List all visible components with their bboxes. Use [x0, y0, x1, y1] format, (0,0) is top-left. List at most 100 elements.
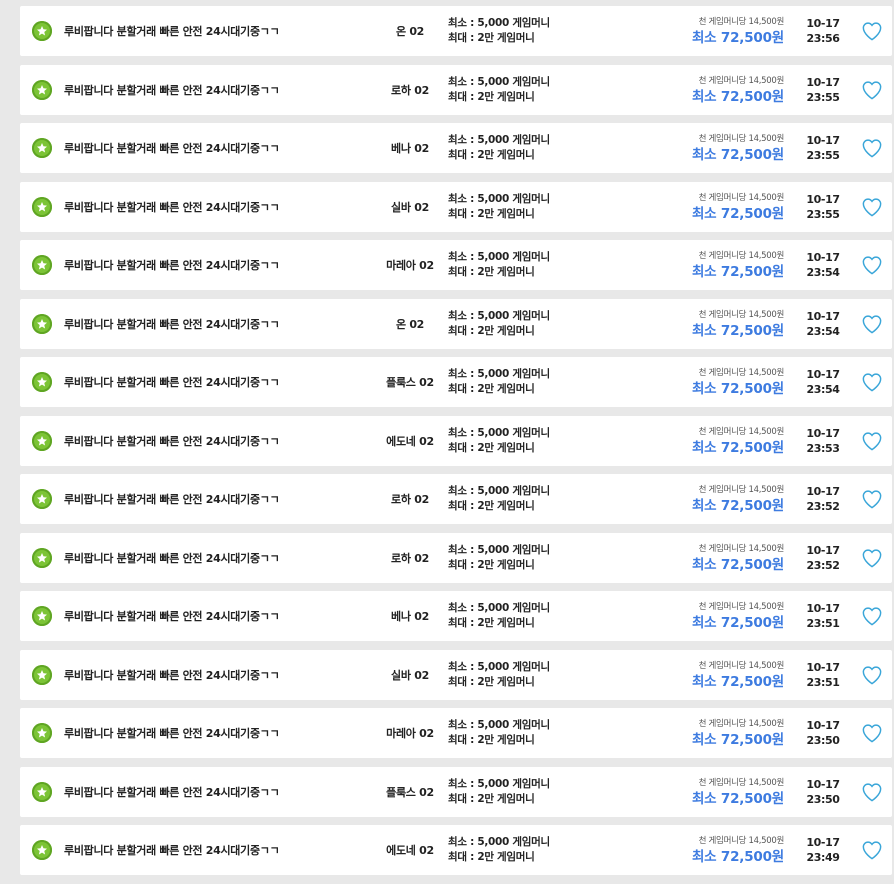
listing-row[interactable]: 루비팝니다 분할거래 빠른 안전 24시대기중ㄱㄱ 로하 02 최소 : 5,0…: [20, 64, 892, 115]
total-price: 최소 72,500원: [691, 615, 784, 631]
posted-time: 10-17 23:55: [804, 75, 842, 105]
heart-icon[interactable]: [861, 138, 883, 158]
star-badge-icon: [32, 138, 52, 158]
heart-icon[interactable]: [861, 782, 883, 802]
max-amount: 최대 : 2만 게임머니: [448, 734, 535, 746]
posted-date: 10-17: [806, 134, 840, 147]
trade-limits: 최소 : 5,000 게임머니 최대 : 2만 게임머니: [448, 484, 550, 514]
heart-icon[interactable]: [861, 255, 883, 275]
posted-time: 10-17 23:49: [804, 835, 842, 865]
listing-title[interactable]: 루비팝니다 분할거래 빠른 안전 24시대기중ㄱㄱ: [64, 842, 280, 858]
heart-icon[interactable]: [861, 314, 883, 334]
trade-limits: 최소 : 5,000 게임머니 최대 : 2만 게임머니: [448, 133, 550, 163]
listing-row[interactable]: 루비팝니다 분할거래 빠른 안전 24시대기중ㄱㄱ 온 02 최소 : 5,00…: [20, 298, 892, 349]
star-badge-icon: [32, 723, 52, 743]
heart-icon[interactable]: [861, 21, 883, 41]
trade-limits: 최소 : 5,000 게임머니 최대 : 2만 게임머니: [448, 660, 550, 690]
max-amount: 최대 : 2만 게임머니: [448, 149, 535, 161]
posted-time: 10-17 23:55: [804, 192, 842, 222]
min-amount: 최소 : 5,000 게임머니: [448, 543, 550, 556]
unit-price: 천 게임머니당 14,500원: [698, 485, 785, 495]
star-badge-icon: [32, 547, 52, 568]
listing-title[interactable]: 루비팝니다 분할거래 빠른 안전 24시대기중ㄱㄱ: [64, 140, 280, 156]
total-price: 최소 72,500원: [691, 147, 784, 163]
total-price: 최소 72,500원: [691, 732, 784, 748]
max-amount: 최대 : 2만 게임머니: [448, 383, 535, 395]
unit-price: 천 게임머니당 14,500원: [698, 17, 785, 27]
min-amount: 최소 : 5,000 게임머니: [448, 251, 550, 263]
listing-title[interactable]: 루비팝니다 분할거래 빠른 안전 24시대기중ㄱㄱ: [64, 23, 280, 39]
min-amount: 최소 : 5,000 게임머니: [448, 75, 550, 88]
listing-title[interactable]: 루비팝니다 분할거래 빠른 안전 24시대기중ㄱㄱ: [64, 374, 280, 390]
heart-icon[interactable]: [861, 606, 883, 626]
total-price: 최소 72,500원: [691, 439, 784, 456]
listing-row[interactable]: 루비팝니다 분할거래 빠른 안전 24시대기중ㄱㄱ 실바 02 최소 : 5,0…: [20, 649, 892, 700]
max-amount: 최대 : 2만 게임머니: [448, 266, 535, 278]
max-amount: 최대 : 2만 게임머니: [448, 441, 535, 454]
trade-limits: 최소 : 5,000 게임머니 최대 : 2만 게임머니: [448, 543, 550, 573]
listing-row[interactable]: 루비팝니다 분할거래 빠른 안전 24시대기중ㄱㄱ 에도네 02 최소 : 5,…: [20, 825, 892, 875]
star-badge-icon: [32, 430, 52, 451]
price-block: 천 게임머니당 14,500원 최소 72,500원: [692, 75, 784, 107]
price-block: 천 게임머니당 14,500원 최소 72,500원: [692, 601, 784, 633]
listing-title[interactable]: 루비팝니다 분할거래 빠른 안전 24시대기중ㄱㄱ: [64, 784, 280, 800]
heart-icon[interactable]: [861, 723, 883, 743]
listing-title[interactable]: 루비팝니다 분할거래 빠른 안전 24시대기중ㄱㄱ: [64, 667, 280, 683]
max-amount: 최대 : 2만 게임머니: [448, 617, 535, 629]
heart-icon[interactable]: [861, 665, 883, 685]
listing-row[interactable]: 루비팝니다 분할거래 빠른 안전 24시대기중ㄱㄱ 실바 02 최소 : 5,0…: [20, 181, 892, 232]
listing-row[interactable]: 루비팝니다 분할거래 빠른 안전 24시대기중ㄱㄱ 플룩스 02 최소 : 5,…: [20, 357, 892, 407]
listing-title[interactable]: 루비팝니다 분할거래 빠른 안전 24시대기중ㄱㄱ: [64, 491, 280, 507]
star-badge-icon: [32, 196, 52, 217]
heart-icon[interactable]: [861, 80, 883, 100]
heart-icon[interactable]: [861, 840, 883, 860]
listing-row[interactable]: 루비팝니다 분할거래 빠른 안전 24시대기중ㄱㄱ 온 02 최소 : 5,00…: [20, 6, 892, 56]
unit-price: 천 게임머니당 14,500원: [698, 134, 785, 144]
listing-row[interactable]: 루비팝니다 분할거래 빠른 안전 24시대기중ㄱㄱ 로하 02 최소 : 5,0…: [20, 532, 892, 583]
price-block: 천 게임머니당 14,500원 최소 72,500원: [692, 309, 784, 341]
listing-row[interactable]: 루비팝니다 분할거래 빠른 안전 24시대기중ㄱㄱ 마레아 02 최소 : 5,…: [20, 708, 892, 758]
listing-title[interactable]: 루비팝니다 분할거래 빠른 안전 24시대기중ㄱㄱ: [64, 550, 280, 566]
total-price: 최소 72,500원: [691, 849, 784, 865]
heart-icon[interactable]: [861, 489, 883, 509]
star-badge-icon: [32, 255, 52, 275]
min-amount: 최소 : 5,000 게임머니: [448, 368, 550, 380]
heart-icon[interactable]: [861, 372, 883, 392]
listing-title[interactable]: 루비팝니다 분할거래 빠른 안전 24시대기중ㄱㄱ: [64, 725, 280, 741]
listing-title[interactable]: 루비팝니다 분할거래 빠른 안전 24시대기중ㄱㄱ: [64, 257, 280, 273]
price-block: 천 게임머니당 14,500원 최소 72,500원: [692, 426, 784, 458]
posted-clock: 23:50: [806, 734, 840, 747]
total-price: 최소 72,500원: [691, 673, 784, 690]
price-block: 천 게임머니당 14,500원 최소 72,500원: [692, 777, 784, 809]
heart-icon[interactable]: [861, 197, 883, 217]
listing-row[interactable]: 루비팝니다 분할거래 빠른 안전 24시대기중ㄱㄱ 플룩스 02 최소 : 5,…: [20, 766, 892, 817]
trade-limits: 최소 : 5,000 게임머니 최대 : 2만 게임머니: [448, 777, 550, 807]
star-badge-icon: [32, 664, 52, 685]
total-price: 최소 72,500원: [691, 498, 784, 514]
listing-row[interactable]: 루비팝니다 분할거래 빠른 안전 24시대기중ㄱㄱ 에도네 02 최소 : 5,…: [20, 415, 892, 466]
listing-row[interactable]: 루비팝니다 분할거래 빠른 안전 24시대기중ㄱㄱ 마레아 02 최소 : 5,…: [20, 240, 892, 290]
listing-title[interactable]: 루비팝니다 분할거래 빠른 안전 24시대기중ㄱㄱ: [64, 316, 280, 332]
price-block: 천 게임머니당 14,500원 최소 72,500원: [692, 718, 784, 750]
posted-clock: 23:55: [806, 149, 840, 162]
max-amount: 최대 : 2만 게임머니: [448, 90, 535, 103]
posted-date: 10-17: [806, 192, 840, 206]
posted-time: 10-17 23:52: [804, 484, 842, 514]
min-amount: 최소 : 5,000 게임머니: [448, 192, 550, 205]
star-badge-icon: [32, 489, 52, 509]
heart-icon[interactable]: [861, 548, 883, 568]
listing-title[interactable]: 루비팝니다 분할거래 빠른 안전 24시대기중ㄱㄱ: [64, 82, 280, 98]
min-amount: 최소 : 5,000 게임머니: [448, 134, 550, 146]
listing-row[interactable]: 루비팝니다 분할거래 빠른 안전 24시대기중ㄱㄱ 베나 02 최소 : 5,0…: [20, 591, 892, 641]
listing-row[interactable]: 루비팝니다 분할거래 빠른 안전 24시대기중ㄱㄱ 로하 02 최소 : 5,0…: [20, 474, 892, 524]
listing-title[interactable]: 루비팝니다 분할거래 빠른 안전 24시대기중ㄱㄱ: [64, 199, 280, 215]
listing-row[interactable]: 루비팝니다 분할거래 빠른 안전 24시대기중ㄱㄱ 베나 02 최소 : 5,0…: [20, 123, 892, 173]
posted-date: 10-17: [806, 543, 840, 557]
min-amount: 최소 : 5,000 게임머니: [448, 777, 550, 790]
heart-icon[interactable]: [861, 431, 883, 451]
listing-title[interactable]: 루비팝니다 분할거래 빠른 안전 24시대기중ㄱㄱ: [64, 608, 280, 624]
listing-title[interactable]: 루비팝니다 분할거래 빠른 안전 24시대기중ㄱㄱ: [64, 433, 280, 449]
total-price: 최소 72,500원: [691, 88, 784, 105]
min-amount: 최소 : 5,000 게임머니: [448, 17, 550, 29]
posted-clock: 23:52: [806, 500, 840, 513]
